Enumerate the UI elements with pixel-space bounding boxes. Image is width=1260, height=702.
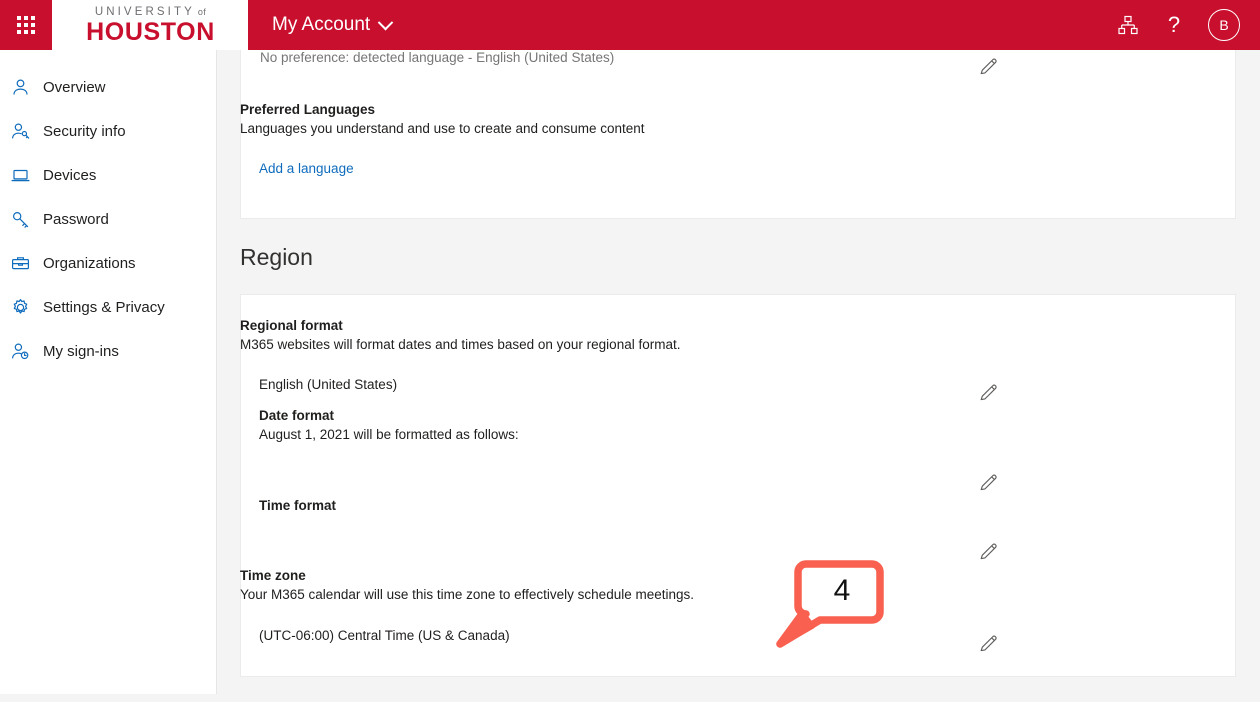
- edit-regional-format-button[interactable]: [978, 381, 1000, 403]
- edit-date-format-button[interactable]: [978, 471, 1000, 493]
- sidebar-item-security-info[interactable]: Security info: [0, 116, 216, 146]
- sidebar: Overview Security info Devices Password …: [0, 50, 217, 694]
- pencil-edit-icon: [980, 474, 997, 491]
- time-zone-value: (UTC-06:00) Central Time (US & Canada): [259, 628, 510, 643]
- uh-logo-university-text: UNIVERSITY: [94, 5, 195, 18]
- detected-language-row: No preference: detected language - Engli…: [260, 50, 1150, 65]
- sidebar-item-devices[interactable]: Devices: [0, 160, 216, 190]
- time-format-row: Time format: [259, 498, 1139, 549]
- help-button[interactable]: ?: [1152, 0, 1196, 50]
- sidebar-item-label: Overview: [43, 78, 106, 96]
- sidebar-item-label: Password: [43, 210, 109, 228]
- sidebar-item-organizations[interactable]: Organizations: [0, 248, 216, 278]
- uh-logo-houston-text: HOUSTON: [86, 18, 215, 47]
- pencil-edit-icon: [980, 543, 997, 560]
- sidebar-item-overview[interactable]: Overview: [0, 72, 216, 102]
- person-icon: [10, 77, 30, 97]
- uh-logo-line1: UNIVERSITY of: [94, 5, 207, 19]
- detected-language-value: No preference: detected language - Engli…: [260, 50, 615, 65]
- main-content: No preference: detected language - Engli…: [218, 50, 1260, 702]
- uh-logo[interactable]: UNIVERSITY of HOUSTON: [53, 0, 248, 50]
- sidebar-item-label: Settings & Privacy: [43, 298, 165, 316]
- app-title-label: My Account: [272, 14, 371, 35]
- my-account-menu[interactable]: My Account: [248, 0, 394, 50]
- page-root: UNIVERSITY of HOUSTON My Account ? B Ove…: [0, 0, 1260, 702]
- key-icon: [10, 209, 30, 229]
- pencil-edit-icon: [980, 384, 997, 401]
- add-a-language-link[interactable]: Add a language: [259, 161, 354, 176]
- date-format-value: [259, 462, 1139, 478]
- edit-detected-language-button[interactable]: [978, 55, 1000, 77]
- org-hierarchy-button[interactable]: [1106, 0, 1150, 50]
- sidebar-item-password[interactable]: Password: [0, 204, 216, 234]
- time-zone-value-wrap: (UTC-06:00) Central Time (US & Canada): [259, 627, 510, 645]
- sidebar-item-my-sign-ins[interactable]: My sign-ins: [0, 336, 216, 366]
- regional-format-label: Regional format: [240, 318, 343, 333]
- app-launcher-waffle-icon: [17, 16, 35, 34]
- sidebar-item-settings-privacy[interactable]: Settings & Privacy: [0, 292, 216, 322]
- sidebar-item-label: My sign-ins: [43, 342, 119, 360]
- date-format-label: Date format: [259, 408, 335, 423]
- time-zone-desc: Your M365 calendar will use this time zo…: [240, 587, 694, 602]
- region-section-title: Region: [240, 244, 313, 270]
- time-zone-row: Time zone Your M365 calendar will use th…: [240, 568, 1140, 602]
- person-key-icon: [10, 121, 30, 141]
- regional-format-value: English (United States): [259, 377, 398, 392]
- laptop-icon: [10, 165, 30, 185]
- time-zone-label: Time zone: [240, 568, 306, 583]
- app-header: UNIVERSITY of HOUSTON My Account ? B: [0, 0, 1260, 50]
- pencil-edit-icon: [980, 635, 997, 652]
- avatar[interactable]: B: [1208, 9, 1240, 41]
- regional-format-value-wrap: English (United States): [259, 376, 397, 394]
- help-question-icon: ?: [1167, 12, 1181, 37]
- gear-icon: [10, 297, 30, 317]
- add-language-link-wrap: Add a language: [259, 160, 354, 178]
- header-spacer: [391, 0, 1106, 50]
- date-format-row: Date format August 1, 2021 will be forma…: [259, 408, 1139, 478]
- sidebar-item-label: Devices: [43, 166, 97, 184]
- avatar-initial: B: [1219, 17, 1229, 33]
- sidebar-item-label: Organizations: [43, 254, 136, 272]
- org-hierarchy-icon: [1118, 15, 1138, 35]
- date-format-desc: August 1, 2021 will be formatted as foll…: [259, 427, 519, 442]
- time-format-label: Time format: [259, 498, 337, 513]
- edit-time-zone-button[interactable]: [978, 632, 1000, 654]
- preferred-languages-desc: Languages you understand and use to crea…: [240, 121, 645, 136]
- edit-time-format-button[interactable]: [978, 540, 1000, 562]
- sidebar-item-label: Security info: [43, 122, 126, 140]
- regional-format-desc: M365 websites will format dates and time…: [240, 337, 681, 352]
- regional-format-row: Regional format M365 websites will forma…: [240, 318, 1140, 352]
- header-actions: ? B: [1106, 0, 1260, 50]
- preferred-languages-label: Preferred Languages: [240, 102, 376, 117]
- pencil-edit-icon: [980, 58, 997, 75]
- preferred-languages-row: Preferred Languages Languages you unders…: [240, 102, 1140, 136]
- briefcase-icon: [10, 253, 30, 273]
- uh-logo-of-text: of: [197, 6, 207, 17]
- app-launcher-button[interactable]: [0, 0, 53, 50]
- person-clock-icon: [10, 341, 30, 361]
- time-format-value: [259, 533, 1139, 549]
